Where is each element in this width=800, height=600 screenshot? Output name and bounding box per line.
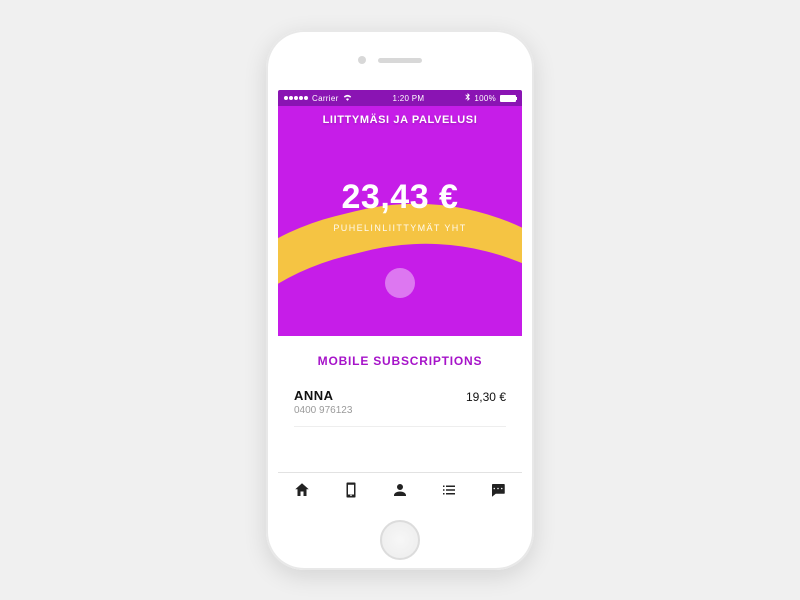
status-bar: Carrier 1:20 PM 100% bbox=[278, 90, 522, 106]
tab-list[interactable] bbox=[437, 481, 461, 505]
tab-home[interactable] bbox=[290, 481, 314, 505]
status-right: 100% bbox=[465, 93, 516, 103]
phone-camera bbox=[358, 56, 366, 64]
signal-icon bbox=[284, 96, 308, 100]
chat-icon bbox=[489, 481, 507, 504]
total-amount: 23,43 € bbox=[278, 178, 522, 217]
wifi-icon bbox=[343, 94, 352, 103]
tab-chat[interactable] bbox=[486, 481, 510, 505]
total-amount-subtitle: PUHELINLIITTYMÄT YHT bbox=[278, 223, 522, 233]
device-icon bbox=[342, 481, 360, 504]
subscription-price: 19,30 € bbox=[466, 388, 506, 404]
battery-label: 100% bbox=[474, 94, 496, 103]
status-time: 1:20 PM bbox=[392, 94, 424, 103]
hero-panel: LIITTYMÄSI JA PALVELUSI 23,43 € PUHELINL… bbox=[278, 106, 522, 336]
touch-indicator bbox=[385, 268, 415, 298]
phone-frame: Carrier 1:20 PM 100% LIITTYMÄSI JA PALVE… bbox=[266, 30, 534, 570]
bluetooth-icon bbox=[465, 93, 470, 103]
content-area: MOBILE SUBSCRIPTIONS ANNA 0400 976123 19… bbox=[278, 336, 522, 472]
page-title: LIITTYMÄSI JA PALVELUSI bbox=[278, 114, 522, 126]
tab-device[interactable] bbox=[339, 481, 363, 505]
phone-speaker bbox=[378, 58, 422, 63]
tab-profile[interactable] bbox=[388, 481, 412, 505]
list-icon bbox=[440, 481, 458, 504]
battery-icon bbox=[500, 95, 516, 102]
screen: Carrier 1:20 PM 100% LIITTYMÄSI JA PALVE… bbox=[278, 90, 522, 512]
tab-bar bbox=[278, 472, 522, 512]
subscription-row[interactable]: ANNA 0400 976123 19,30 € bbox=[294, 388, 506, 427]
subscription-name: ANNA bbox=[294, 388, 352, 403]
subscription-phone: 0400 976123 bbox=[294, 405, 352, 416]
status-left: Carrier bbox=[284, 94, 352, 103]
profile-icon bbox=[391, 481, 409, 504]
section-title: MOBILE SUBSCRIPTIONS bbox=[294, 354, 506, 368]
phone-home-button[interactable] bbox=[380, 520, 420, 560]
carrier-label: Carrier bbox=[312, 94, 339, 103]
home-icon bbox=[293, 481, 311, 504]
